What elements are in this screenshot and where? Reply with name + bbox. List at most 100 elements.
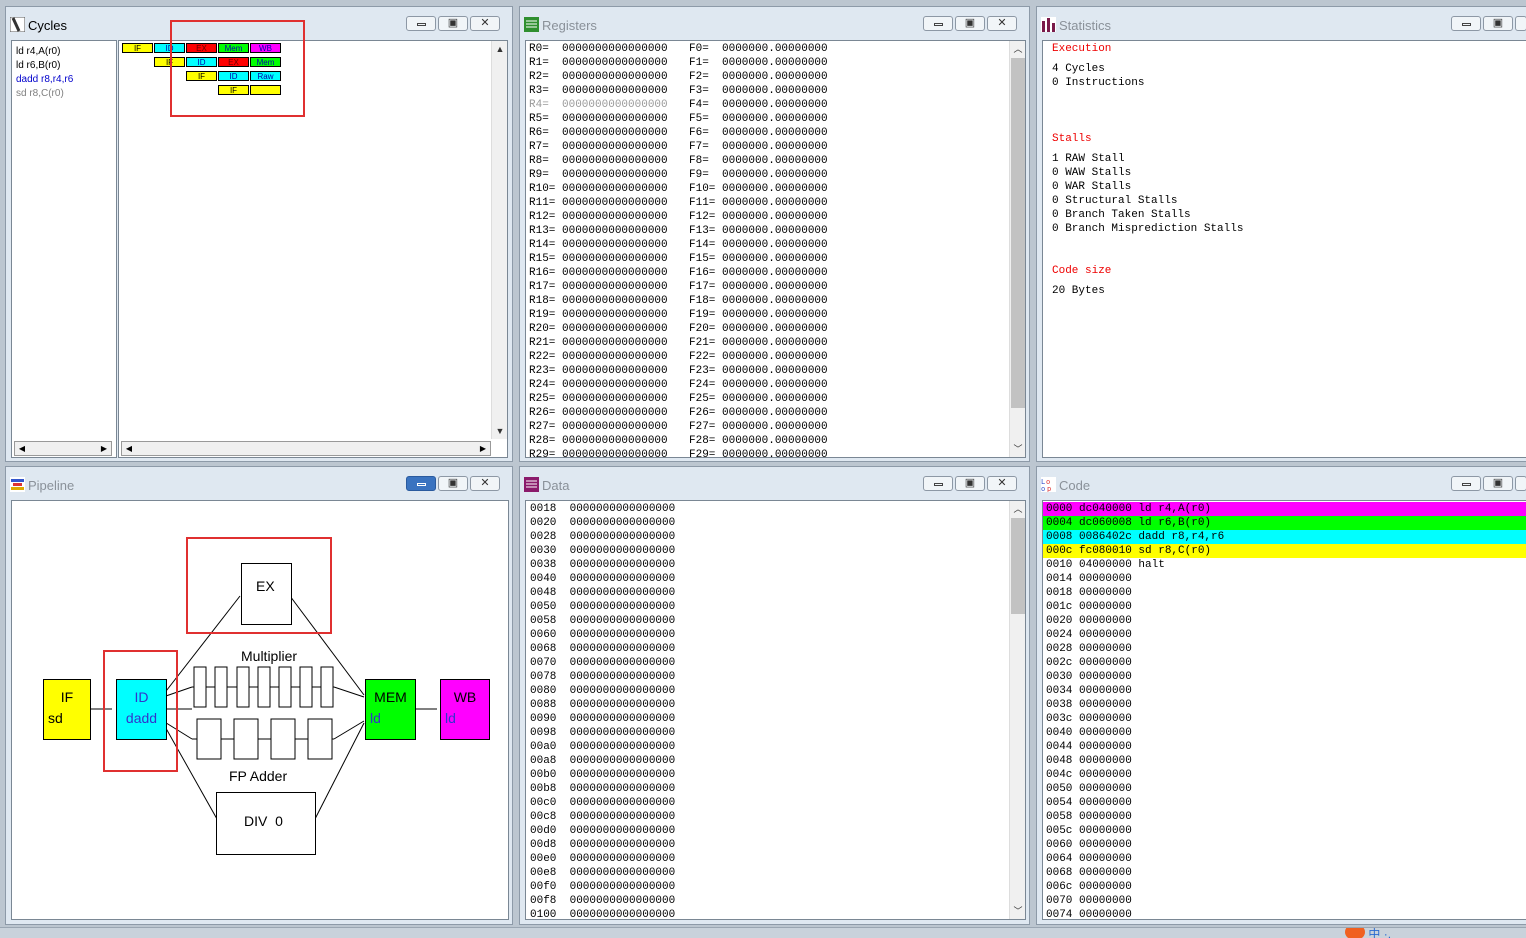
cycles-instruction[interactable]: ld r6,B(r0)	[16, 59, 60, 73]
maximize-button[interactable]: ▣	[438, 16, 468, 31]
register-row[interactable]: R1= 0000000000000000 F1= 0000000.00000000	[529, 56, 828, 70]
memory-row[interactable]: 0030 0000000000000000	[530, 544, 675, 558]
memory-row[interactable]: 0038 0000000000000000	[530, 558, 675, 572]
memory-row[interactable]: 0050 0000000000000000	[530, 600, 675, 614]
memory-row[interactable]: 00f8 0000000000000000	[530, 894, 675, 908]
code-line[interactable]: 0048 00000000	[1043, 754, 1526, 768]
memory-row[interactable]: 0088 0000000000000000	[530, 698, 675, 712]
scroll-thumb[interactable]	[1011, 58, 1025, 408]
cycles-hscrollbar[interactable]: ◀ ▶	[121, 441, 491, 456]
code-line[interactable]: 001c 00000000	[1043, 600, 1526, 614]
memory-row[interactable]: 00b0 0000000000000000	[530, 768, 675, 782]
register-row[interactable]: R6= 0000000000000000 F6= 0000000.00000000	[529, 126, 828, 140]
memory-row[interactable]: 0100 0000000000000000	[530, 908, 675, 919]
code-line[interactable]: 0074 00000000	[1043, 908, 1526, 919]
maximize-button[interactable]: ▣	[1483, 476, 1513, 491]
code-line[interactable]: 0024 00000000	[1043, 628, 1526, 642]
memory-row[interactable]: 0028 0000000000000000	[530, 530, 675, 544]
maximize-button[interactable]: ▣	[955, 16, 985, 31]
register-row[interactable]: R14= 0000000000000000 F14= 0000000.000000…	[529, 238, 828, 252]
code-line[interactable]: 0008 0086402c dadd r8,r4,r6	[1043, 530, 1526, 544]
register-row[interactable]: R13= 0000000000000000 F13= 0000000.000000…	[529, 224, 828, 238]
registers-titlebar[interactable]: Registers ▣ ✕	[520, 7, 1029, 40]
cycles-vscrollbar[interactable]: ▲ ▼	[491, 41, 507, 439]
register-row[interactable]: R5= 0000000000000000 F5= 0000000.00000000	[529, 112, 828, 126]
scroll-right-icon[interactable]: ▶	[97, 442, 111, 455]
memory-row[interactable]: 00b8 0000000000000000	[530, 782, 675, 796]
register-row[interactable]: R27= 0000000000000000 F27= 0000000.000000…	[529, 420, 828, 434]
register-row[interactable]: R28= 0000000000000000 F28= 0000000.000000…	[529, 434, 828, 448]
registers-list[interactable]: R0= 0000000000000000 F0= 0000000.00000000…	[525, 40, 1026, 458]
scroll-down-icon[interactable]: ▼	[492, 423, 507, 439]
memory-row[interactable]: 0080 0000000000000000	[530, 684, 675, 698]
register-row[interactable]: R11= 0000000000000000 F11= 0000000.000000…	[529, 196, 828, 210]
code-line[interactable]: 0004 dc060008 ld r6,B(r0)	[1043, 516, 1526, 530]
cycles-instruction[interactable]: sd r8,C(r0)	[16, 87, 64, 101]
data-vscrollbar[interactable]: ︿ ﹀	[1009, 501, 1025, 919]
code-line[interactable]: 0014 00000000	[1043, 572, 1526, 586]
instr-hscrollbar[interactable]: ◀ ▶	[14, 441, 112, 456]
code-line[interactable]: 0064 00000000	[1043, 852, 1526, 866]
register-row[interactable]: R22= 0000000000000000 F22= 0000000.000000…	[529, 350, 828, 364]
pipeline-titlebar[interactable]: Pipeline ▣ ✕	[6, 467, 512, 500]
register-row[interactable]: R26= 0000000000000000 F26= 0000000.000000…	[529, 406, 828, 420]
code-line[interactable]: 0070 00000000	[1043, 894, 1526, 908]
code-line[interactable]: 000c fc080010 sd r8,C(r0)	[1043, 544, 1526, 558]
code-line[interactable]: 0058 00000000	[1043, 810, 1526, 824]
memory-row[interactable]: 0070 0000000000000000	[530, 656, 675, 670]
close-button[interactable]: ✕	[987, 16, 1017, 31]
code-line[interactable]: 0060 00000000	[1043, 838, 1526, 852]
memory-row[interactable]: 00d0 0000000000000000	[530, 824, 675, 838]
minimize-button[interactable]	[406, 476, 436, 491]
register-row[interactable]: R9= 0000000000000000 F9= 0000000.00000000	[529, 168, 828, 182]
minimize-button[interactable]	[406, 16, 436, 31]
close-button[interactable]: ✕	[987, 476, 1017, 491]
code-line[interactable]: 0068 00000000	[1043, 866, 1526, 880]
memory-row[interactable]: 0068 0000000000000000	[530, 642, 675, 656]
memory-row[interactable]: 00f0 0000000000000000	[530, 880, 675, 894]
code-line[interactable]: 004c 00000000	[1043, 768, 1526, 782]
memory-row[interactable]: 00a0 0000000000000000	[530, 740, 675, 754]
cycles-instr-pane[interactable]: ld r4,A(r0) ld r6,B(r0) dadd r8,r4,r6 sd r8…	[11, 40, 117, 458]
sogou-icon[interactable]	[1345, 928, 1365, 938]
register-row[interactable]: R7= 0000000000000000 F7= 0000000.00000000	[529, 140, 828, 154]
close-button[interactable]: ✕	[470, 16, 500, 31]
register-row[interactable]: R18= 0000000000000000 F18= 0000000.000000…	[529, 294, 828, 308]
register-row[interactable]: R3= 0000000000000000 F3= 0000000.00000000	[529, 84, 828, 98]
register-row[interactable]: R17= 0000000000000000 F17= 0000000.000000…	[529, 280, 828, 294]
scroll-up-icon[interactable]: ︿	[1010, 501, 1025, 517]
memory-row[interactable]: 0090 0000000000000000	[530, 712, 675, 726]
close-button[interactable]	[1515, 476, 1526, 491]
minimize-button[interactable]	[923, 476, 953, 491]
code-line[interactable]: 0044 00000000	[1043, 740, 1526, 754]
register-row[interactable]: R20= 0000000000000000 F20= 0000000.000000…	[529, 322, 828, 336]
register-row[interactable]: R0= 0000000000000000 F0= 0000000.00000000	[529, 42, 828, 56]
register-row[interactable]: R2= 0000000000000000 F2= 0000000.00000000	[529, 70, 828, 84]
code-line[interactable]: 0020 00000000	[1043, 614, 1526, 628]
memory-row[interactable]: 0060 0000000000000000	[530, 628, 675, 642]
statistics-titlebar[interactable]: Statistics ▣	[1037, 7, 1526, 40]
cycles-instruction[interactable]: dadd r8,r4,r6	[16, 73, 73, 87]
code-listing[interactable]: 0000 dc040000 ld r4,A(r0) 0004 dc060008 l…	[1042, 500, 1526, 920]
scroll-left-icon[interactable]: ◀	[122, 442, 136, 455]
code-line[interactable]: 003c 00000000	[1043, 712, 1526, 726]
register-row[interactable]: R15= 0000000000000000 F15= 0000000.000000…	[529, 252, 828, 266]
ime-chinese-indicator[interactable]: 中	[1368, 928, 1380, 938]
register-row[interactable]: R16= 0000000000000000 F16= 0000000.000000…	[529, 266, 828, 280]
code-line[interactable]: 0054 00000000	[1043, 796, 1526, 810]
scroll-up-icon[interactable]: ▲	[492, 41, 507, 57]
register-row[interactable]: R4= 0000000000000000 F4= 0000000.00000000	[529, 98, 828, 112]
code-line[interactable]: 0040 00000000	[1043, 726, 1526, 740]
code-line[interactable]: 0028 00000000	[1043, 642, 1526, 656]
minimize-button[interactable]	[923, 16, 953, 31]
memory-row[interactable]: 0020 0000000000000000	[530, 516, 675, 530]
register-row[interactable]: R29= 0000000000000000 F29= 0000000.000000…	[529, 448, 828, 457]
data-titlebar[interactable]: Data ▣ ✕	[520, 467, 1029, 500]
registers-vscrollbar[interactable]: ︿ ﹀	[1009, 41, 1025, 457]
register-row[interactable]: R12= 0000000000000000 F12= 0000000.000000…	[529, 210, 828, 224]
close-button[interactable]: ✕	[470, 476, 500, 491]
memory-row[interactable]: 0018 0000000000000000	[530, 502, 675, 516]
close-button[interactable]	[1515, 16, 1526, 31]
ime-punctuation-indicator[interactable]: ·,	[1384, 928, 1391, 938]
code-line[interactable]: 0018 00000000	[1043, 586, 1526, 600]
